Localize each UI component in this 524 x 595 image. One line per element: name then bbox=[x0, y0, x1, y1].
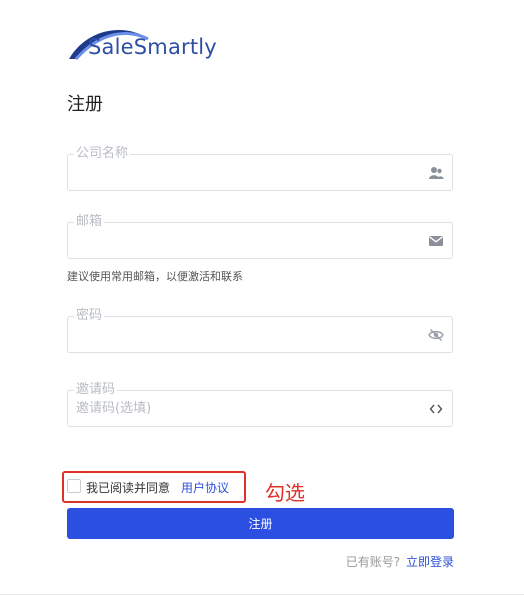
code-brackets-icon bbox=[429, 404, 443, 414]
password-input[interactable] bbox=[76, 317, 416, 352]
eye-off-icon[interactable] bbox=[428, 327, 444, 343]
login-prompt: 已有账号? bbox=[345, 555, 401, 569]
brand-name: SaleSmartly bbox=[88, 35, 217, 59]
login-row: 已有账号? 立即登录 bbox=[346, 553, 454, 570]
user-agreement-link[interactable]: 用户协议 bbox=[181, 479, 229, 496]
password-field[interactable]: 密码 bbox=[67, 307, 453, 353]
salesmartly-logo: SaleSmartly bbox=[66, 25, 226, 65]
annotation-label: 勾选 bbox=[265, 481, 305, 505]
login-link[interactable]: 立即登录 bbox=[406, 555, 454, 569]
company-users-icon bbox=[429, 167, 444, 179]
register-button[interactable]: 注册 bbox=[67, 508, 454, 539]
company-input[interactable] bbox=[76, 155, 416, 190]
page-title: 注册 bbox=[67, 94, 103, 115]
email-hint: 建议使用常用邮箱，以便激活和联系 bbox=[67, 270, 243, 283]
agree-text: 我已阅读并同意 bbox=[86, 481, 171, 495]
invite-code-field[interactable]: 邀请码 bbox=[67, 381, 453, 427]
envelope-icon bbox=[429, 236, 443, 246]
invite-code-input[interactable] bbox=[76, 391, 416, 426]
email-field[interactable]: 邮箱 bbox=[67, 213, 453, 259]
email-input[interactable] bbox=[76, 223, 416, 258]
company-field[interactable]: 公司名称 bbox=[67, 145, 453, 191]
agree-checkbox[interactable] bbox=[67, 479, 81, 493]
